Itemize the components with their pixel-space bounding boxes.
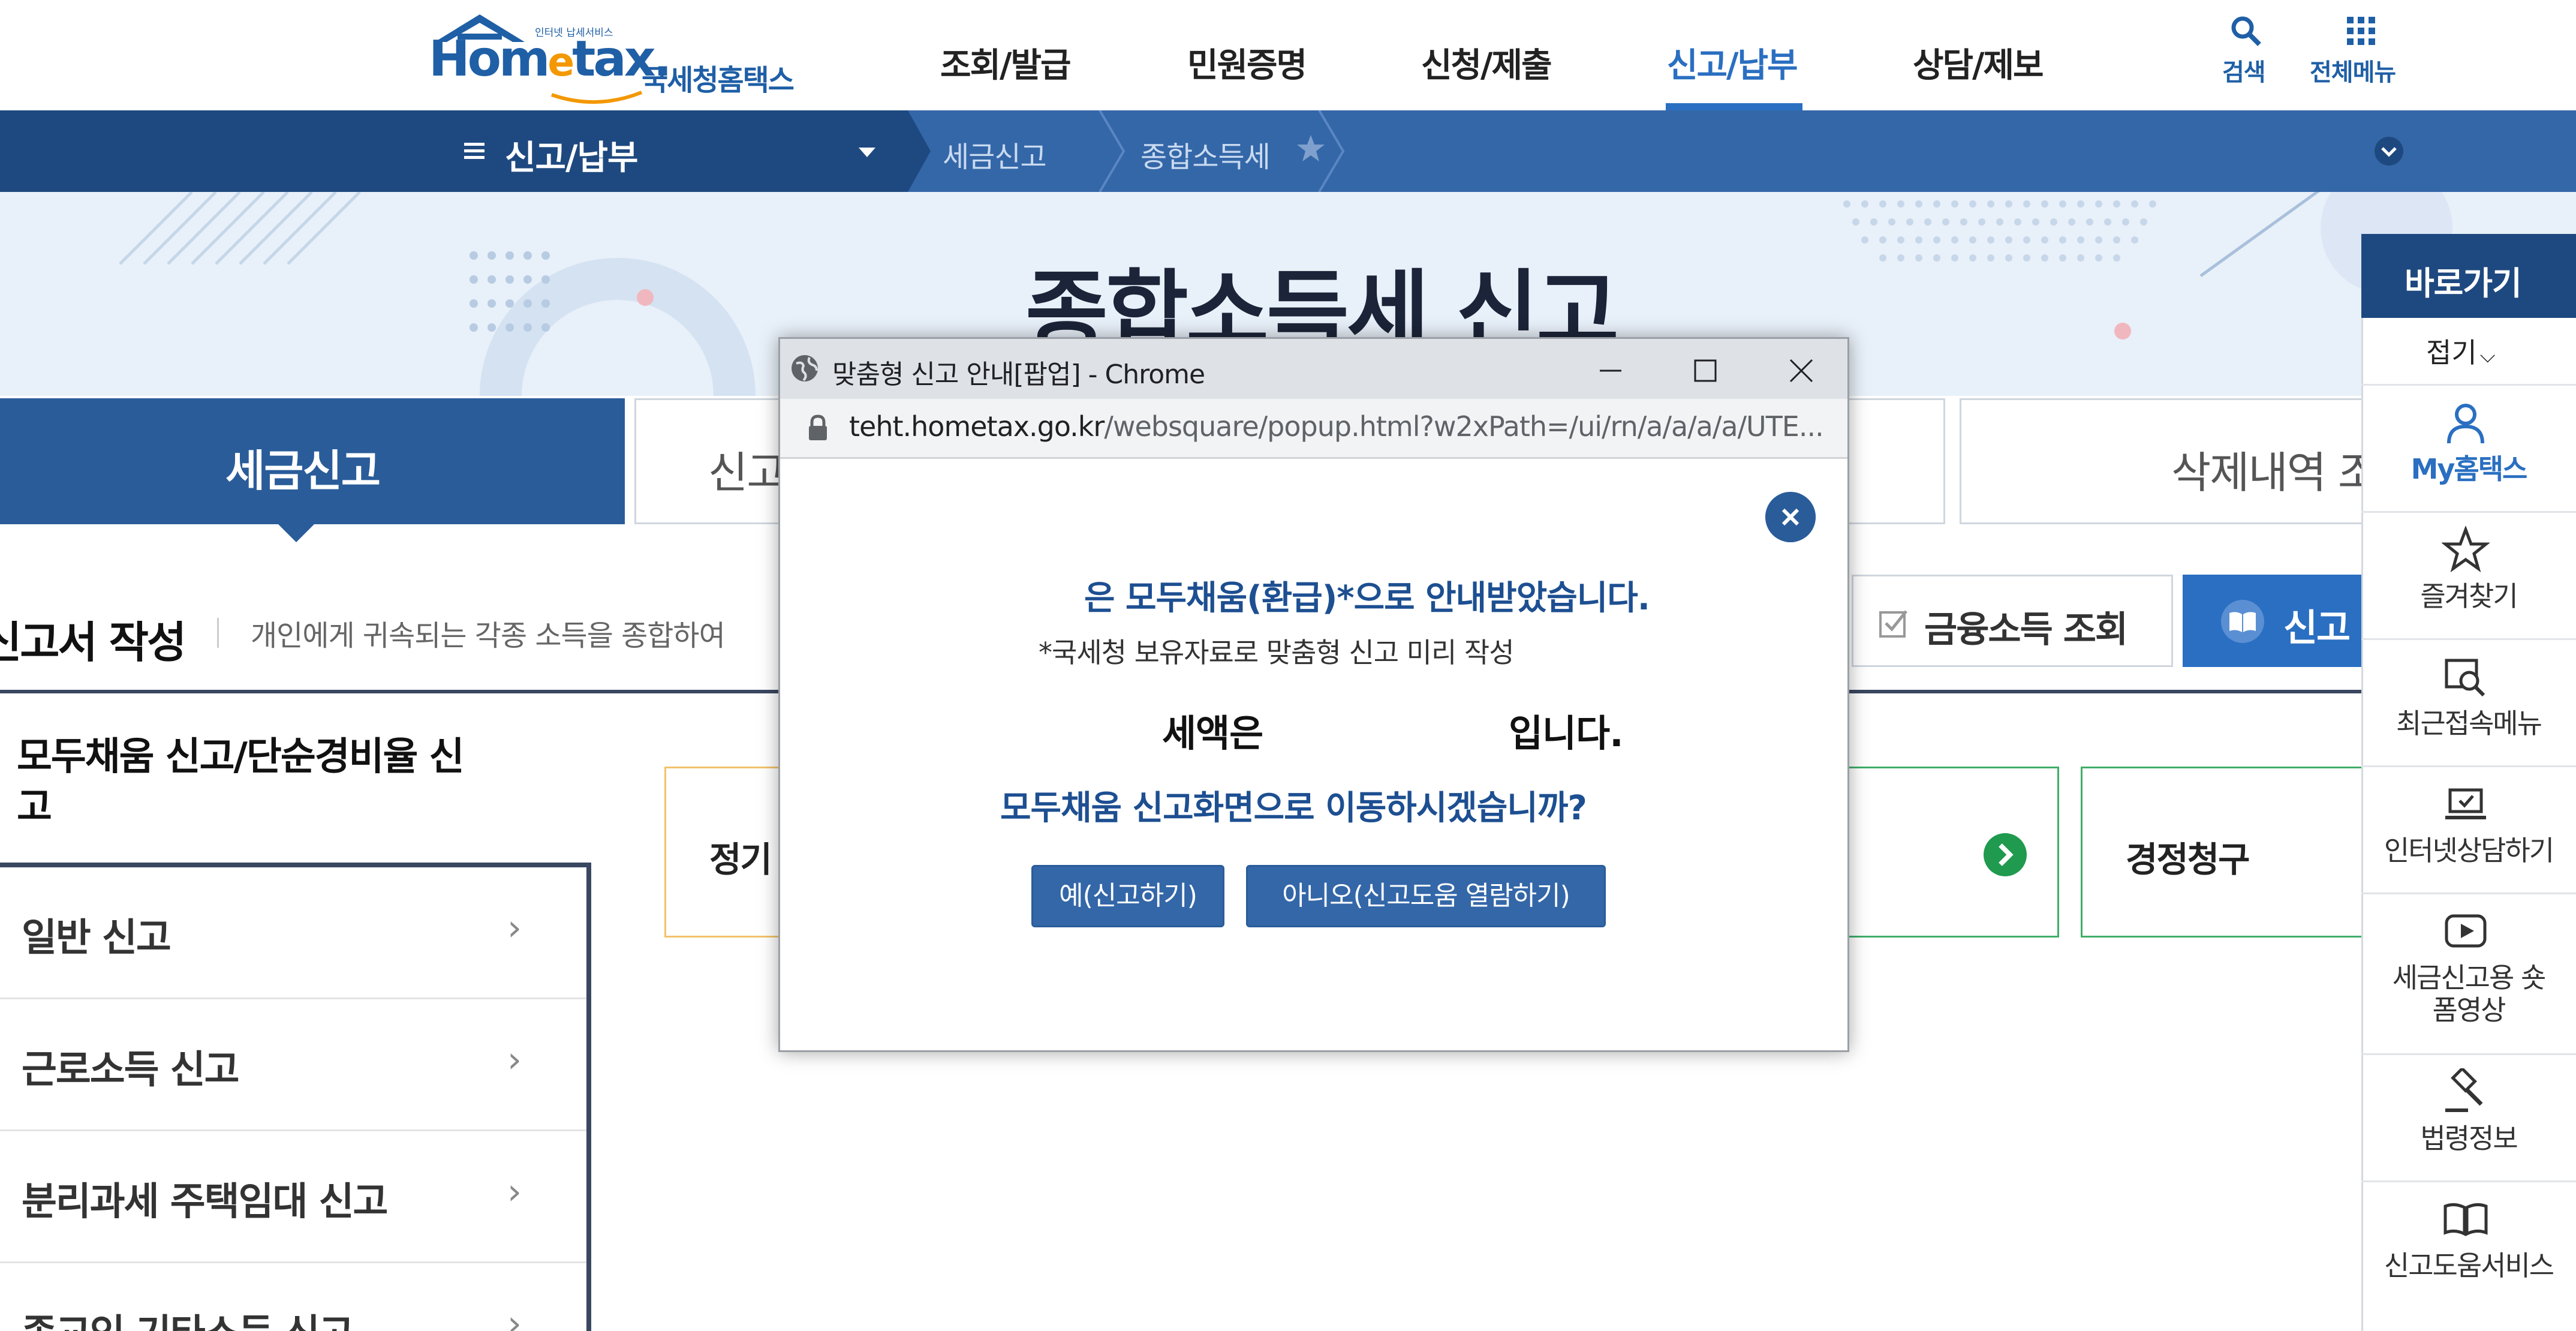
financial-income-lookup-label: 금융소득 조회 <box>1924 609 2128 651</box>
yes-file-button[interactable]: 예(신고하기) <box>1031 865 1224 927</box>
open-book-icon <box>2443 1203 2488 1237</box>
gavel-icon <box>2445 1068 2483 1112</box>
sidebar-item-label: 즐겨찾기 <box>2420 580 2518 612</box>
globe-icon <box>792 355 818 381</box>
popup-notice-prefilled: 은 모두채움(환급)*으로 안내받았습니다. <box>1084 579 1650 618</box>
card-hidden-under-popup[interactable] <box>1829 767 2059 938</box>
tab-label: 삭제내역 조 <box>2171 447 2378 498</box>
popup-question: 모두채움 신고화면으로 이동하시겠습니까? <box>1000 789 1587 828</box>
sidebar-item-label: 세금신고용 숏폼영상 <box>2392 962 2547 1026</box>
filing-help-label: 신고 <box>2283 606 2351 650</box>
play-video-icon <box>2445 914 2487 948</box>
chevron-right-icon: › <box>507 1303 522 1331</box>
popup-close-icon[interactable] <box>1765 492 1816 542</box>
tab-deleted-history[interactable]: 삭제내역 조 <box>1960 398 2391 524</box>
menu-item-label: 일반 신고 <box>22 916 171 960</box>
sidebar-item-online-consult[interactable]: 인터넷상담하기 <box>2361 765 2576 893</box>
all-menu-label[interactable]: 전체메뉴 <box>2310 53 2396 88</box>
breadcrumb-menu-title[interactable]: 신고/납부 <box>505 131 639 179</box>
breadcrumb-item-tax-filing[interactable]: 세금신고 <box>943 133 1047 175</box>
breadcrumb-item-income-tax[interactable]: 종합소득세 <box>1140 133 1271 175</box>
recent-search-icon <box>2445 659 2485 697</box>
card-label: 정기 <box>709 839 772 880</box>
menu-item-label: 분리과세 주택임대 신고 <box>22 1180 388 1224</box>
search-label[interactable]: 검색 <box>2222 53 2266 88</box>
chevron-down-icon[interactable] <box>2373 136 2405 167</box>
tab-label: 세금신고 <box>225 446 381 496</box>
section-divider <box>217 618 219 648</box>
nav-consult[interactable]: 상담/제보 <box>1913 38 2044 87</box>
book-icon <box>2221 600 2264 643</box>
sidebar-item-label: My홈택스 <box>2411 453 2528 485</box>
financial-income-lookup-button[interactable]: 금융소득 조회 <box>1852 575 2173 667</box>
card-label: 경정청구 <box>2126 839 2250 880</box>
laptop-icon <box>2445 788 2486 819</box>
breadcrumb-left-fill <box>0 110 433 192</box>
chevron-down-icon: ⌵ <box>2479 344 2496 368</box>
nav-active-underline <box>1666 103 1802 110</box>
grid-menu-icon[interactable] <box>2343 13 2379 49</box>
quick-link-title: 바로가기 <box>2405 265 2522 302</box>
hometax-logo[interactable]: 인터넷 납세서비스 Hometax. 국세청홈택스 <box>429 11 801 107</box>
nav-apply[interactable]: 신청/제출 <box>1421 38 1552 87</box>
sidebar-item-favorites[interactable]: 즐겨찾기 <box>2361 511 2576 638</box>
nav-filing[interactable]: 신고/납부 <box>1667 38 1798 87</box>
search-icon[interactable] <box>2228 13 2264 49</box>
logo-swoosh-icon <box>551 91 643 104</box>
sidebar-item-label: 인터넷상담하기 <box>2384 834 2554 867</box>
checkbox-icon <box>1879 610 1907 638</box>
sidebar-fold-toggle[interactable]: 접기 ⌵ <box>2426 331 2496 371</box>
star-icon <box>2442 526 2490 573</box>
menu-item-religious-income[interactable]: 종교인 기타소득 신고 › <box>0 1263 586 1331</box>
menu-title-prefilled-filing[interactable]: 모두채움 신고/단순경비율 신고 <box>17 732 496 833</box>
hamburger-icon[interactable] <box>463 139 487 163</box>
popup-window-title: 맞춤형 신고 안내[팝업] - Chrome <box>832 359 1205 390</box>
menu-item-label: 종교인 기타소득 신고 <box>22 1303 354 1331</box>
chevron-right-icon: › <box>507 907 522 949</box>
breadcrumb-arrow-icon <box>902 110 931 192</box>
chevron-right-icon: › <box>507 1171 522 1213</box>
logo-korean: 국세청홈택스 <box>642 64 795 97</box>
tab-label: 신고 <box>708 447 786 498</box>
breadcrumb-separator-icon <box>1099 110 1126 192</box>
sidebar-item-label: 법령정보 <box>2420 1122 2518 1155</box>
section-description: 개인에게 귀속되는 각종 소득을 종합하여 <box>251 619 726 653</box>
menu-item-label: 근로소득 신고 <box>22 1048 240 1092</box>
sidebar-item-recent-menu[interactable]: 최근접속메뉴 <box>2361 638 2576 765</box>
maximize-icon[interactable] <box>1689 354 1722 387</box>
sidebar-item-label: 최근접속메뉴 <box>2396 707 2542 740</box>
popup-tax-amount-label: 세액은 <box>1162 711 1263 755</box>
no-view-help-button[interactable]: 아니오(신고도움 열람하기) <box>1246 865 1606 927</box>
logo-wordmark: Hometax. <box>429 31 672 88</box>
tab-active-pointer <box>276 522 317 542</box>
sidebar-fold-label: 접기 <box>2426 336 2477 369</box>
menu-item-earned-income[interactable]: 근로소득 신고 › <box>0 999 586 1131</box>
sidebar-item-shortform-video[interactable]: 세금신고용 숏폼영상 <box>2361 893 2576 1053</box>
arrow-right-circle-icon <box>1984 833 2027 876</box>
sidebar-item-label: 신고도움서비스 <box>2384 1249 2554 1282</box>
window-close-icon[interactable] <box>1783 353 1819 389</box>
caret-down-icon[interactable] <box>856 143 878 161</box>
popup-tax-amount-suffix: 입니다. <box>1509 711 1624 755</box>
favorite-star-icon[interactable] <box>1295 133 1326 164</box>
nav-inquiry[interactable]: 조회/발급 <box>940 38 1072 87</box>
user-icon <box>2447 404 2484 444</box>
tab-tax-filing[interactable]: 세금신고 <box>0 398 625 524</box>
card-amended-claim[interactable]: 경정청구 <box>2081 767 2393 938</box>
sidebar-item-filing-help-service[interactable]: 신고도움서비스 <box>2361 1180 2576 1331</box>
sidebar-item-my-hometax[interactable]: My홈택스 <box>2361 384 2576 511</box>
lock-icon <box>809 414 827 440</box>
filing-type-menu: 일반 신고 › 근로소득 신고 › 분리과세 주택임대 신고 › 종교인 기타소… <box>0 863 591 1331</box>
menu-item-house-rental[interactable]: 분리과세 주택임대 신고 › <box>0 1131 586 1263</box>
sidebar-item-legal-info[interactable]: 법령정보 <box>2361 1053 2576 1180</box>
popup-footnote: *국세청 보유자료로 맞춤형 신고 미리 작성 <box>1039 636 1515 669</box>
breadcrumb-menu-dropdown[interactable] <box>433 110 902 192</box>
menu-item-general-filing[interactable]: 일반 신고 › <box>0 867 586 999</box>
chevron-right-icon: › <box>507 1039 522 1081</box>
nav-certificate[interactable]: 민원증명 <box>1187 38 1307 87</box>
section-title: 신고서 작성 <box>0 617 186 668</box>
popup-url[interactable]: teht.hometax.go.kr/websquare/popup.html?… <box>849 410 1824 443</box>
minimize-icon[interactable] <box>1594 354 1627 387</box>
